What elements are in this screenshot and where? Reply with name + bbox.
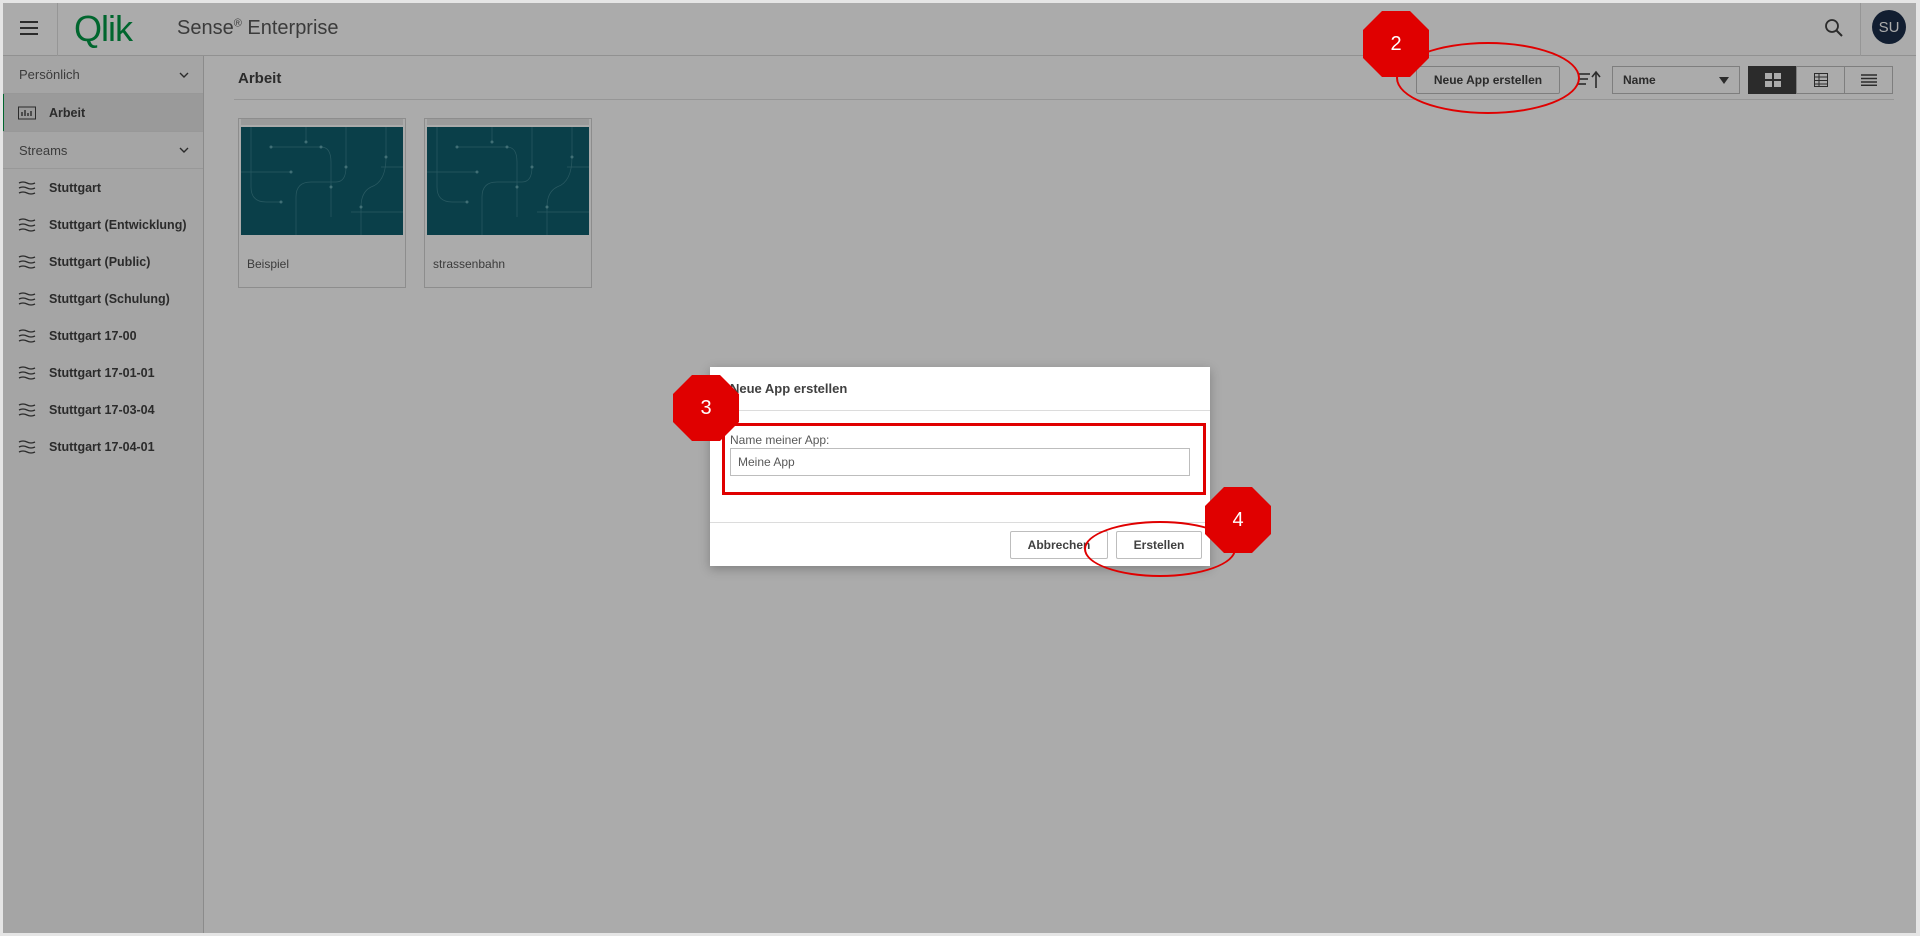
highlight-rect-app-name xyxy=(722,423,1206,495)
step-marker-3: 3 xyxy=(672,374,740,442)
dialog-divider xyxy=(710,410,1210,411)
step-marker-4: 4 xyxy=(1204,486,1272,554)
step-number: 2 xyxy=(1390,32,1402,55)
step-number: 4 xyxy=(1232,508,1244,531)
step-number: 3 xyxy=(700,396,712,419)
dialog-title: Neue App erstellen xyxy=(730,381,848,396)
step-marker-2: 2 xyxy=(1362,10,1430,78)
